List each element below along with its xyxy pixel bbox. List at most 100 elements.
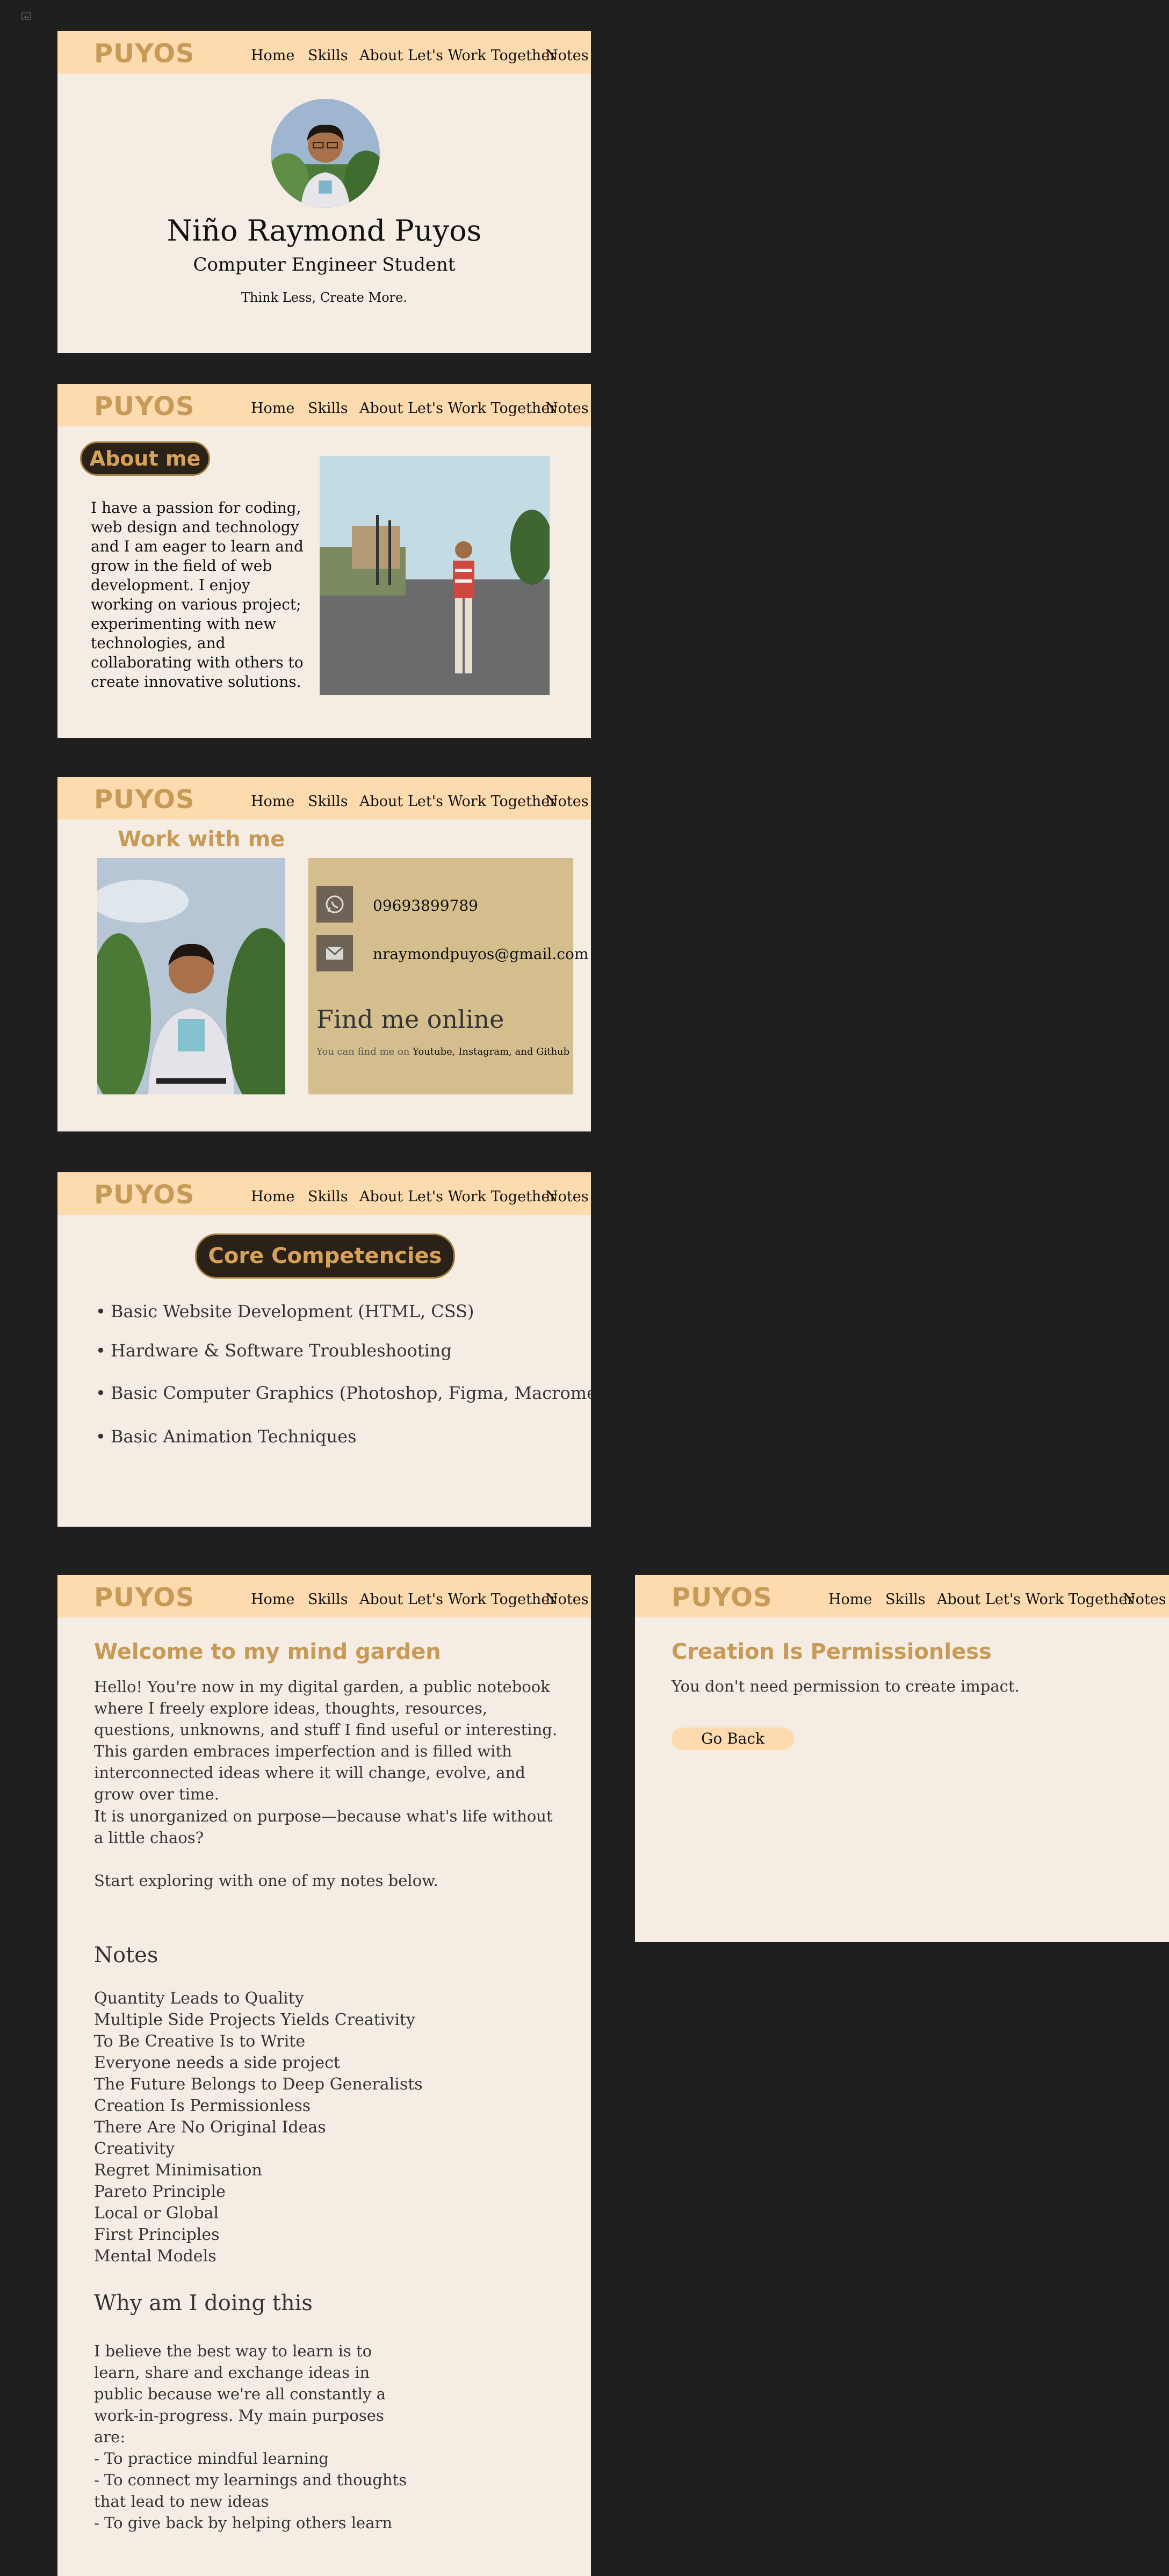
profile-tagline: Think Less, Create More. xyxy=(241,290,407,305)
why-text: I believe the best way to learn is to le… xyxy=(94,2342,386,2446)
profile-role: Computer Engineer Student xyxy=(193,254,456,275)
nav-skills[interactable]: Skills xyxy=(308,47,348,64)
notes-list: Quantity Leads to Quality Multiple Side … xyxy=(94,1988,423,2267)
about-text: I have a passion for coding, web design … xyxy=(91,499,304,691)
work-photo xyxy=(97,858,285,1094)
contact-email[interactable]: nraymondpuyos@gmail.com xyxy=(373,945,588,963)
contact-phone[interactable]: 09693899789 xyxy=(373,897,478,915)
email-icon[interactable] xyxy=(316,935,353,971)
garden-title: Welcome to my mind garden xyxy=(94,1639,441,1664)
nav-notes[interactable]: Notes xyxy=(545,1188,589,1205)
skill-item: Basic Website Development (HTML, CSS) xyxy=(96,1301,474,1322)
nav-skills[interactable]: Skills xyxy=(885,1591,926,1608)
find-online-prefix: You can find me on xyxy=(316,1046,410,1057)
nav-about[interactable]: About xyxy=(359,1188,403,1205)
about-section: PUYOS Home Skills About Let's Work Toget… xyxy=(57,384,591,738)
note-link[interactable]: Quantity Leads to Quality xyxy=(94,1988,423,2009)
garden-intro: Hello! You're now in my digital garden, … xyxy=(94,1678,558,1803)
skill-item: Basic Computer Graphics (Photoshop, Figm… xyxy=(96,1383,591,1403)
garden-section: PUYOS Home Skills About Let's Work Toget… xyxy=(57,1575,591,2576)
nav-notes[interactable]: Notes xyxy=(1123,1591,1166,1608)
whatsapp-icon[interactable] xyxy=(316,886,353,923)
work-section: PUYOS Home Skills About Let's Work Toget… xyxy=(57,777,591,1131)
about-photo xyxy=(320,456,550,695)
nav-work[interactable]: Let's Work Together xyxy=(985,1591,1134,1608)
skills-badge: Core Competencies xyxy=(195,1233,455,1279)
skill-item: Hardware & Software Troubleshooting xyxy=(96,1340,452,1361)
nav-about[interactable]: About xyxy=(359,400,403,417)
nav-home[interactable]: Home xyxy=(828,1591,872,1608)
nav-skills[interactable]: Skills xyxy=(308,1188,348,1205)
nav-skills[interactable]: Skills xyxy=(308,1591,348,1608)
work-title: Work with me xyxy=(118,827,285,852)
find-online-title: Find me online xyxy=(316,1005,504,1034)
note-title: Creation Is Permissionless xyxy=(672,1639,992,1664)
logo[interactable]: PUYOS xyxy=(94,1583,195,1613)
nav-home[interactable]: Home xyxy=(251,793,294,810)
logo[interactable]: PUYOS xyxy=(94,391,195,422)
note-link[interactable]: Regret Minimisation xyxy=(94,2160,423,2181)
note-link[interactable]: There Are No Original Ideas xyxy=(94,2117,423,2138)
logo[interactable]: PUYOS xyxy=(672,1583,773,1613)
find-online-text: You can find me on Youtube, Instagram, a… xyxy=(316,1046,569,1057)
why-heading: Why am I doing this xyxy=(94,2291,313,2316)
nav-about[interactable]: About xyxy=(359,1591,403,1608)
nav-home[interactable]: Home xyxy=(251,1188,294,1205)
navbar: PUYOS Home Skills About Let's Work Toget… xyxy=(57,31,591,74)
note-link[interactable]: The Future Belongs to Deep Generalists xyxy=(94,2074,423,2095)
nav-home[interactable]: Home xyxy=(251,47,294,64)
nav-work[interactable]: Let's Work Together xyxy=(408,793,557,810)
navbar: PUYOS Home Skills About Let's Work Toget… xyxy=(635,1575,1169,1617)
find-online-links[interactable]: Youtube, Instagram, and Github xyxy=(413,1046,569,1057)
navbar: PUYOS Home Skills About Let's Work Toget… xyxy=(57,384,591,426)
purpose-item: - To connect my learnings and thoughts t… xyxy=(94,2471,407,2510)
profile-name: Niño Raymond Puyos xyxy=(167,214,482,248)
note-link[interactable]: Creation Is Permissionless xyxy=(94,2095,423,2117)
note-link[interactable]: First Principles xyxy=(94,2224,423,2246)
garden-intro-3: Start exploring with one of my notes bel… xyxy=(94,1871,438,1890)
nav-notes[interactable]: Notes xyxy=(545,47,589,64)
nav-skills[interactable]: Skills xyxy=(308,793,348,810)
about-badge: About me xyxy=(80,441,210,476)
go-back-button[interactable]: Go Back xyxy=(672,1728,794,1750)
skills-section: PUYOS Home Skills About Let's Work Toget… xyxy=(57,1172,591,1527)
home-section: PUYOS Home Skills About Let's Work Toget… xyxy=(57,31,591,353)
navbar: PUYOS Home Skills About Let's Work Toget… xyxy=(57,777,591,819)
nav-work[interactable]: Let's Work Together xyxy=(408,47,557,64)
navbar: PUYOS Home Skills About Let's Work Toget… xyxy=(57,1575,591,1617)
note-link[interactable]: Creativity xyxy=(94,2138,423,2160)
note-link[interactable]: Local or Global xyxy=(94,2203,423,2224)
nav-work[interactable]: Let's Work Together xyxy=(408,400,557,417)
purpose-item: - To practice mindful learning xyxy=(94,2449,329,2468)
purposes-list: - To practice mindful learning - To conn… xyxy=(94,2448,438,2534)
nav-skills[interactable]: Skills xyxy=(308,400,348,417)
nav-notes[interactable]: Notes xyxy=(545,793,589,810)
note-link[interactable]: Mental Models xyxy=(94,2246,423,2267)
notes-heading: Notes xyxy=(94,1943,158,1968)
nav-notes[interactable]: Notes xyxy=(545,400,589,417)
garden-intro-2: It is unorganized on purpose—because wha… xyxy=(94,1807,553,1847)
broken-image-icon xyxy=(21,12,31,20)
nav-home[interactable]: Home xyxy=(251,1591,294,1608)
nav-work[interactable]: Let's Work Together xyxy=(408,1188,557,1205)
logo[interactable]: PUYOS xyxy=(94,1180,195,1210)
skill-item: Basic Animation Techniques xyxy=(96,1426,357,1447)
note-link[interactable]: Everyone needs a side project xyxy=(94,2052,423,2074)
purpose-item: - To give back by helping others learn xyxy=(94,2514,393,2532)
note-text: You don't need permission to create impa… xyxy=(672,1677,1020,1695)
nav-notes[interactable]: Notes xyxy=(545,1591,589,1608)
nav-about[interactable]: About xyxy=(359,47,403,64)
nav-work[interactable]: Let's Work Together xyxy=(408,1591,557,1608)
profile-avatar xyxy=(271,99,380,208)
contact-card: 09693899789 nraymondpuyos@gmail.com Find… xyxy=(308,858,588,1094)
note-page: PUYOS Home Skills About Let's Work Toget… xyxy=(635,1575,1169,1942)
note-link[interactable]: To Be Creative Is to Write xyxy=(94,2031,423,2052)
nav-home[interactable]: Home xyxy=(251,400,294,417)
nav-about[interactable]: About xyxy=(937,1591,980,1608)
logo[interactable]: PUYOS xyxy=(94,785,195,815)
nav-about[interactable]: About xyxy=(359,793,403,810)
note-link[interactable]: Multiple Side Projects Yields Creativity xyxy=(94,2009,423,2031)
navbar: PUYOS Home Skills About Let's Work Toget… xyxy=(57,1172,591,1215)
logo[interactable]: PUYOS xyxy=(94,39,195,69)
note-link[interactable]: Pareto Principle xyxy=(94,2181,423,2203)
